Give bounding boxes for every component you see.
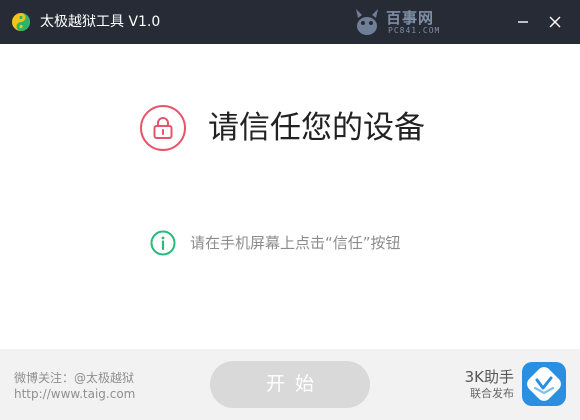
footer-bar: 微博关注：@太极越狱 http://www.taig.com 开始 3K助手 联… (0, 349, 580, 420)
lock-badge (140, 105, 186, 151)
watermark-subtext: PC841.COM (388, 26, 441, 35)
website-link[interactable]: http://www.taig.com (14, 387, 135, 402)
weibo-follow-text: 微博关注：@太极越狱 (14, 371, 135, 385)
partner-subtitle: 联合发布 (470, 387, 514, 400)
minimize-button[interactable] (512, 12, 534, 32)
close-button[interactable] (544, 12, 566, 32)
app-title: 太极越狱工具 V1.0 (40, 14, 161, 30)
trust-hint-text: 请在手机屏幕上点击“信任”按钮 (190, 234, 401, 252)
taiji-logo-icon (12, 13, 30, 31)
lock-icon (153, 117, 173, 139)
watermark-text: 百事网 (386, 9, 435, 27)
start-button[interactable]: 开始 (210, 361, 370, 408)
partner-name: 3K助手 (464, 368, 514, 386)
close-icon (549, 16, 561, 28)
app-window: 太极越狱工具 V1.0 百事网 PC841.COM 请信任您的设备 请在手机屏幕… (0, 0, 580, 420)
minimize-icon (518, 21, 528, 23)
3k-assistant-logo-icon[interactable] (522, 362, 566, 406)
info-icon (150, 230, 176, 256)
watermark: 百事网 PC841.COM (352, 4, 452, 40)
page-heading: 请信任您的设备 (208, 110, 425, 146)
title-bar: 太极越狱工具 V1.0 百事网 PC841.COM (0, 0, 580, 44)
watermark-logo-icon (356, 9, 378, 35)
